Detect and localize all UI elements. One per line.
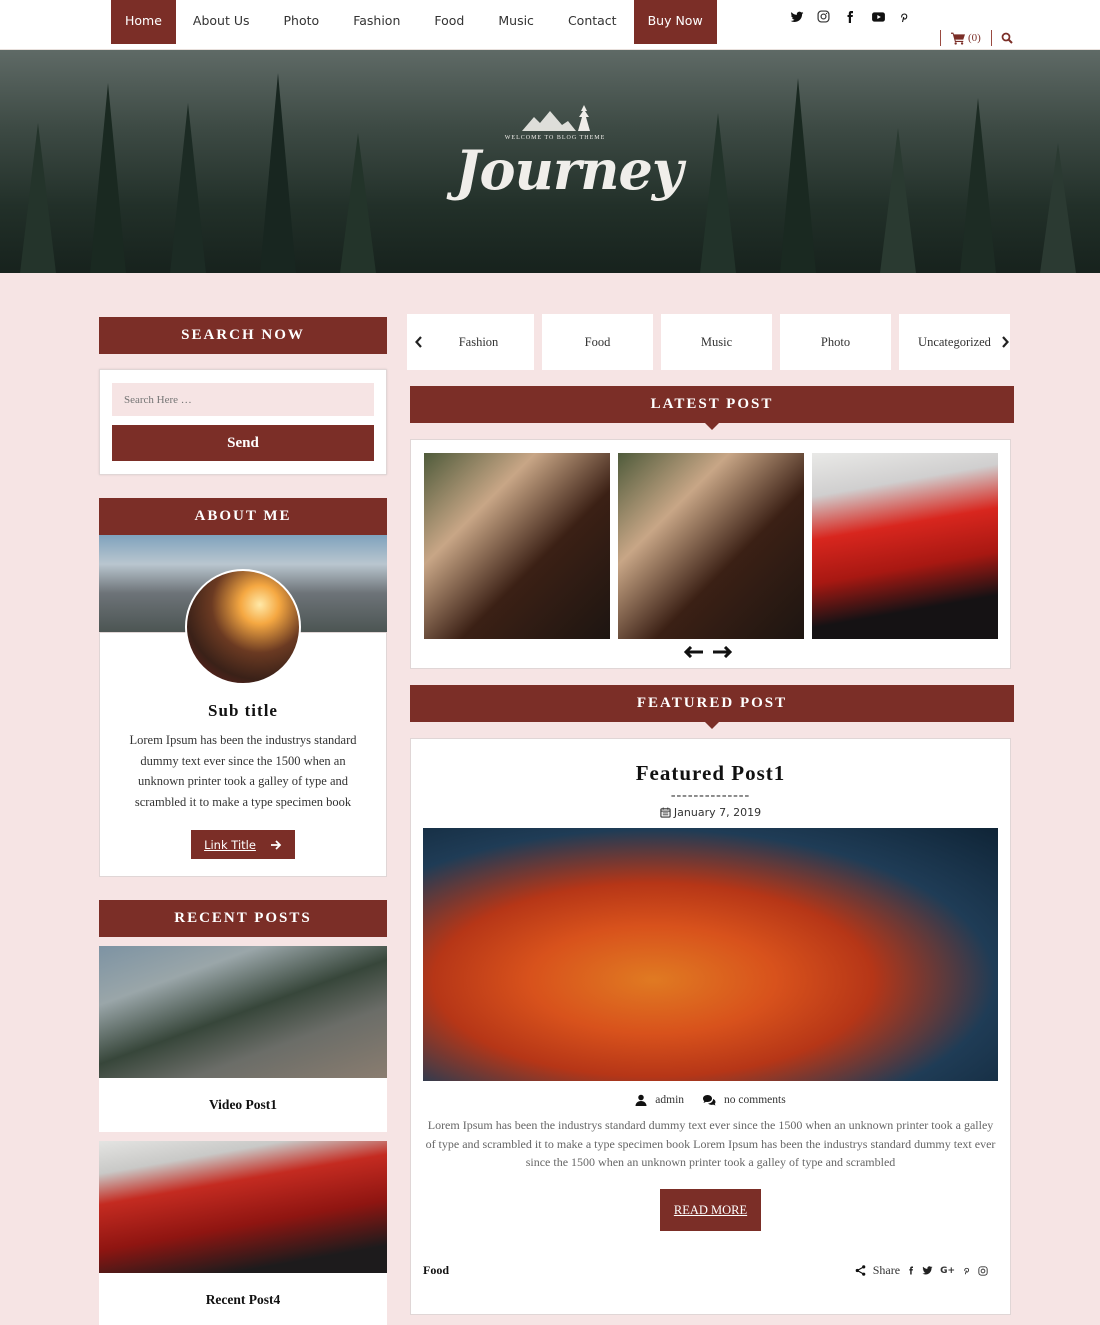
post-excerpt: Lorem Ipsum has been the industrys stand… <box>425 1118 996 1169</box>
main-nav: Home About Us Photo Fashion Food Music C… <box>111 0 717 44</box>
featured-post-image[interactable] <box>423 828 998 1081</box>
recent-post-title[interactable]: Video Post1 <box>99 1078 387 1132</box>
recent-post-title[interactable]: Recent Post4 <box>99 1273 387 1325</box>
buy-now-button[interactable]: Buy Now <box>633 0 717 44</box>
about-me-widget: ABOUT ME Sub title Lorem Ipsum has been … <box>99 498 387 877</box>
share-bar: Share G+ <box>855 1263 988 1278</box>
read-more-button[interactable]: READ MORE <box>659 1188 762 1231</box>
nav-about-us[interactable]: About Us <box>176 0 267 44</box>
nav-contact[interactable]: Contact <box>551 0 634 44</box>
about-cover-image <box>99 535 387 685</box>
category-music[interactable]: Music <box>661 314 772 370</box>
nav-fashion[interactable]: Fashion <box>336 0 417 44</box>
about-me-title: ABOUT ME <box>99 498 387 535</box>
latest-post-image[interactable] <box>424 453 610 639</box>
recent-posts-widget: RECENT POSTS Video Post1 Recent Post4 <box>99 900 387 1325</box>
latest-post-image[interactable] <box>618 453 804 639</box>
pinterest-icon[interactable] <box>898 10 914 26</box>
nav-music[interactable]: Music <box>481 0 551 44</box>
nav-home[interactable]: Home <box>111 0 176 44</box>
title-divider: -------------- <box>670 788 751 803</box>
cart-button[interactable]: (0) <box>951 32 981 45</box>
about-text: Lorem Ipsum has been the industrys stand… <box>129 733 357 809</box>
about-subtitle: Sub title <box>208 701 278 720</box>
chevron-right-icon[interactable] <box>1001 314 1009 370</box>
category-fashion[interactable]: Fashion <box>407 314 534 370</box>
featured-post-title[interactable]: Featured Post1 <box>411 739 1010 786</box>
facebook-icon[interactable] <box>907 1265 915 1276</box>
category-photo[interactable]: Photo <box>780 314 891 370</box>
divider <box>940 30 941 46</box>
recent-posts-title: RECENT POSTS <box>99 900 387 937</box>
nav-photo[interactable]: Photo <box>267 0 337 44</box>
search-widget-title: SEARCH NOW <box>99 317 387 354</box>
category-carousel: Fashion Food Music Photo Uncategorized <box>407 314 1017 370</box>
post-category[interactable]: Food <box>423 1263 449 1278</box>
carousel-nav <box>684 646 732 658</box>
pinterest-icon[interactable] <box>962 1265 971 1276</box>
header-utilities: (0) <box>940 29 1013 47</box>
post-date: January 7, 2019 <box>411 806 1010 819</box>
facebook-icon[interactable] <box>844 10 860 26</box>
share-icon <box>855 1265 866 1276</box>
arrow-right-icon <box>270 839 282 851</box>
recent-post-item[interactable]: Recent Post4 <box>99 1141 387 1325</box>
logo-text: Journey <box>455 138 683 202</box>
link-title-label: Link Title <box>204 837 256 852</box>
google-plus-icon[interactable]: G+ <box>940 1266 955 1276</box>
social-links <box>790 10 914 26</box>
twitter-icon[interactable] <box>922 1265 933 1276</box>
category-uncategorized[interactable]: Uncategorized <box>899 314 1010 370</box>
featured-post: Featured Post1 -------------- January 7,… <box>410 738 1011 1315</box>
category-food[interactable]: Food <box>542 314 653 370</box>
post-footer: Food Share G+ <box>423 1263 988 1278</box>
search-widget: SEARCH NOW Send <box>99 317 387 475</box>
instagram-icon[interactable] <box>817 10 833 26</box>
post-author[interactable]: admin <box>635 1094 684 1106</box>
latest-post-carousel <box>410 439 1011 669</box>
search-form: Send <box>99 369 387 475</box>
calendar-icon <box>660 807 671 818</box>
divider <box>990 30 992 46</box>
instagram-icon[interactable] <box>978 1265 988 1276</box>
cart-icon <box>951 32 965 45</box>
twitter-icon[interactable] <box>790 10 806 26</box>
avatar <box>185 569 301 685</box>
recent-post-item[interactable]: Video Post1 <box>99 946 387 1132</box>
search-input[interactable] <box>112 383 374 416</box>
comments-icon <box>702 1094 716 1106</box>
arrow-left-icon[interactable] <box>684 646 704 658</box>
hero-banner: WELCOME TO BLOG THEME Journey <box>0 50 1100 273</box>
post-meta: admin no comments <box>411 1094 1010 1106</box>
post-author-name: admin <box>655 1094 685 1106</box>
link-title-button[interactable]: Link Title <box>191 830 295 859</box>
featured-post-section-title: FEATURED POST <box>410 685 1014 729</box>
user-icon <box>635 1094 647 1106</box>
chevron-left-icon[interactable] <box>415 314 423 370</box>
latest-post-image[interactable] <box>812 453 998 639</box>
latest-post-title: LATEST POST <box>410 386 1014 430</box>
cart-count: (0) <box>968 32 981 44</box>
post-comments-text: no comments <box>724 1094 786 1106</box>
top-bar: Home About Us Photo Fashion Food Music C… <box>0 0 1100 50</box>
site-logo[interactable]: WELCOME TO BLOG THEME Journey <box>455 105 683 225</box>
arrow-right-icon[interactable] <box>712 646 732 658</box>
mountain-moose-icon <box>522 105 590 131</box>
youtube-icon[interactable] <box>871 10 887 26</box>
sidebar: SEARCH NOW Send ABOUT ME Sub title Lorem… <box>99 317 387 1325</box>
send-button[interactable]: Send <box>112 425 374 461</box>
post-comments[interactable]: no comments <box>702 1094 786 1106</box>
post-date-text: January 7, 2019 <box>673 806 762 819</box>
nav-food[interactable]: Food <box>417 0 481 44</box>
recent-post-image[interactable] <box>99 1141 387 1273</box>
share-label: Share <box>872 1263 901 1277</box>
search-icon[interactable] <box>1001 32 1013 44</box>
main-content: Fashion Food Music Photo Uncategorized L… <box>407 314 1017 1315</box>
recent-post-image[interactable] <box>99 946 387 1078</box>
